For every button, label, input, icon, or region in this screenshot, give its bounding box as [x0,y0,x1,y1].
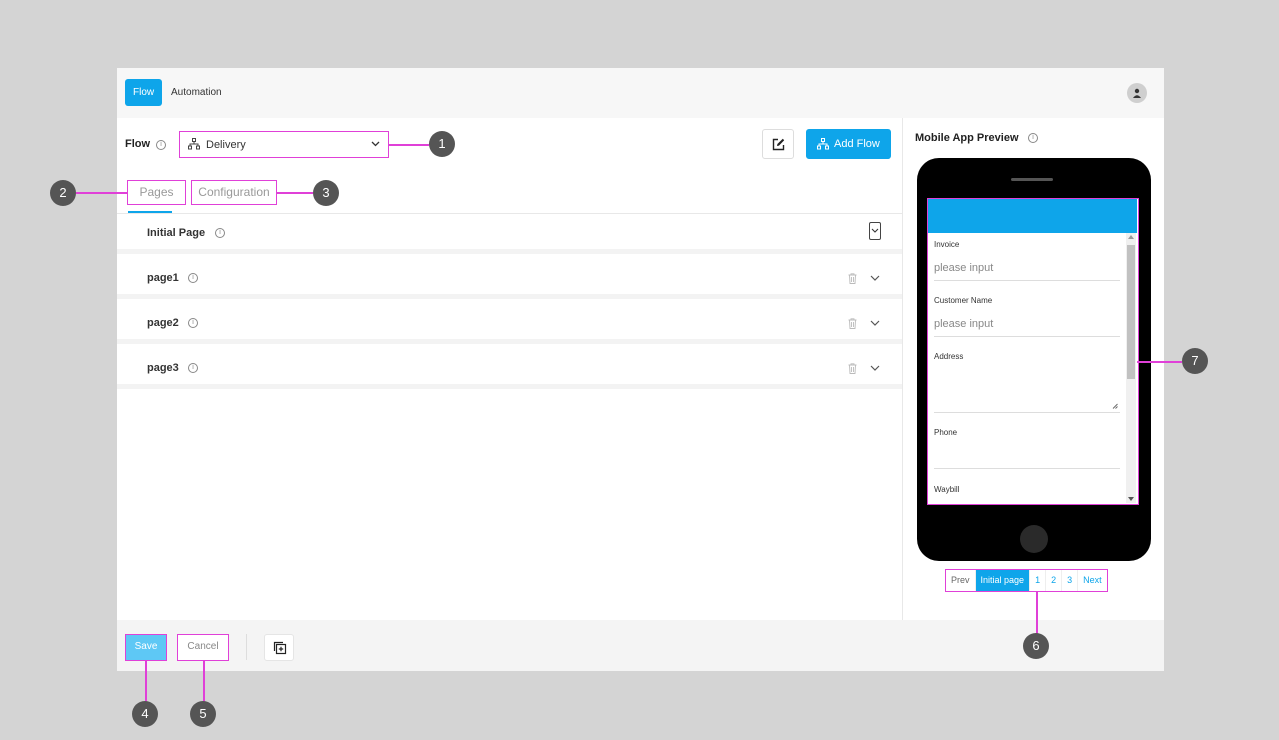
page-name: page2 [147,317,179,329]
app-window: Flow Automation Flow i Delivery Add Flow… [117,68,1164,671]
callout-connector [1036,592,1038,634]
callout-5: 5 [190,701,216,727]
callout-connector [277,192,313,194]
address-textarea[interactable] [934,367,1120,413]
info-icon[interactable]: i [188,273,198,283]
field-label: Waybill [934,485,960,494]
info-icon[interactable]: i [188,318,198,328]
form-field-customer-name: Customer Name please input [928,289,1125,340]
mobile-preview-toggle-icon[interactable] [869,222,881,240]
tab-flow[interactable]: Flow [125,79,163,106]
chevron-down-icon[interactable] [870,320,880,326]
pager-page-2[interactable]: 2 [1046,570,1063,591]
top-bar: Flow Automation [117,68,1164,118]
mobile-preview-panel: Mobile App Preview i Invoice please inpu… [902,118,1164,620]
chevron-down-icon [371,141,380,147]
duplicate-icon [273,641,287,655]
form-field-address: Address [928,345,1125,416]
callout-7: 7 [1182,348,1208,374]
flow-label: Flow [125,138,151,150]
form-field-waybill: Waybill [928,478,1125,504]
pager-next[interactable]: Next [1078,570,1107,591]
callout-connector [389,144,429,146]
chevron-down-icon[interactable] [870,275,880,281]
page-row-initial[interactable]: Initial Page i [117,214,902,254]
user-avatar-icon[interactable] [1127,83,1147,103]
phone-speaker [1011,178,1053,181]
preview-pager: Prev Initial page 1 2 3 Next [945,569,1108,592]
pager-page-3[interactable]: 3 [1062,570,1079,591]
phone-mockup: Invoice please input Customer Name pleas… [917,158,1151,561]
page-name: Initial Page [147,227,206,239]
trash-icon[interactable] [848,273,857,284]
field-label: Address [934,352,964,361]
page-name: page1 [147,272,179,284]
trash-icon[interactable] [848,318,857,329]
tab-automation[interactable]: Automation [163,79,230,106]
flow-editor-panel: Flow i Delivery Add Flow Pages Configura… [117,118,902,620]
mobile-preview-title: Mobile App Preview [915,132,1019,144]
tab-pages[interactable]: Pages [127,180,186,205]
scrollbar-thumb[interactable] [1127,245,1135,379]
screen-scrollbar[interactable] [1126,233,1136,503]
field-label: Phone [934,428,958,437]
callout-4: 4 [132,701,158,727]
edit-icon [772,138,785,151]
info-icon[interactable]: i [215,228,225,238]
flow-select-value: Delivery [206,139,246,151]
page-name: page3 [147,362,179,374]
field-label: Customer Name [934,296,993,305]
flow-info-icon[interactable]: i [156,140,166,150]
pager-initial-page[interactable]: Initial page [975,570,1031,591]
page-row-page1[interactable]: page1 i [117,259,902,299]
duplicate-button[interactable] [264,634,294,661]
scroll-up-icon[interactable] [1128,235,1134,239]
invoice-input[interactable]: please input [934,257,1120,281]
page-row-page2[interactable]: page2 i [117,304,902,344]
footer-bar: Save Cancel [117,620,1164,671]
edit-flow-button[interactable] [762,129,794,159]
resize-handle-icon[interactable] [1112,403,1118,409]
save-button[interactable]: Save [125,634,167,661]
callout-connector [76,192,128,194]
callout-connector [203,660,205,702]
add-flow-label: Add Flow [834,138,880,150]
preview-info-icon[interactable]: i [1028,133,1038,143]
flow-tree-icon [188,138,200,150]
chevron-down-icon[interactable] [870,365,880,371]
footer-divider [246,634,247,660]
tab-configuration[interactable]: Configuration [191,180,277,205]
info-icon[interactable]: i [188,363,198,373]
callout-connector [145,660,147,702]
field-label: Invoice [934,240,960,249]
callout-connector [1137,361,1182,363]
flow-select[interactable]: Delivery [179,131,389,158]
phone-input[interactable] [934,443,1120,469]
callout-1: 1 [429,131,455,157]
phone-screen[interactable]: Invoice please input Customer Name pleas… [927,198,1139,505]
screen-header [928,199,1137,233]
form-field-phone: Phone [928,421,1125,473]
flow-tree-icon [817,138,829,150]
callout-6: 6 [1023,633,1049,659]
scroll-down-icon[interactable] [1128,497,1134,501]
add-flow-button[interactable]: Add Flow [806,129,891,159]
pager-page-1[interactable]: 1 [1030,570,1047,591]
phone-home-button [1020,525,1048,553]
trash-icon[interactable] [848,363,857,374]
callout-3: 3 [313,180,339,206]
form-field-invoice: Invoice please input [928,233,1125,284]
customer-name-input[interactable]: please input [934,313,1120,337]
cancel-button[interactable]: Cancel [177,634,229,661]
pager-prev[interactable]: Prev [946,570,976,591]
page-row-page3[interactable]: page3 i [117,349,902,389]
callout-2: 2 [50,180,76,206]
